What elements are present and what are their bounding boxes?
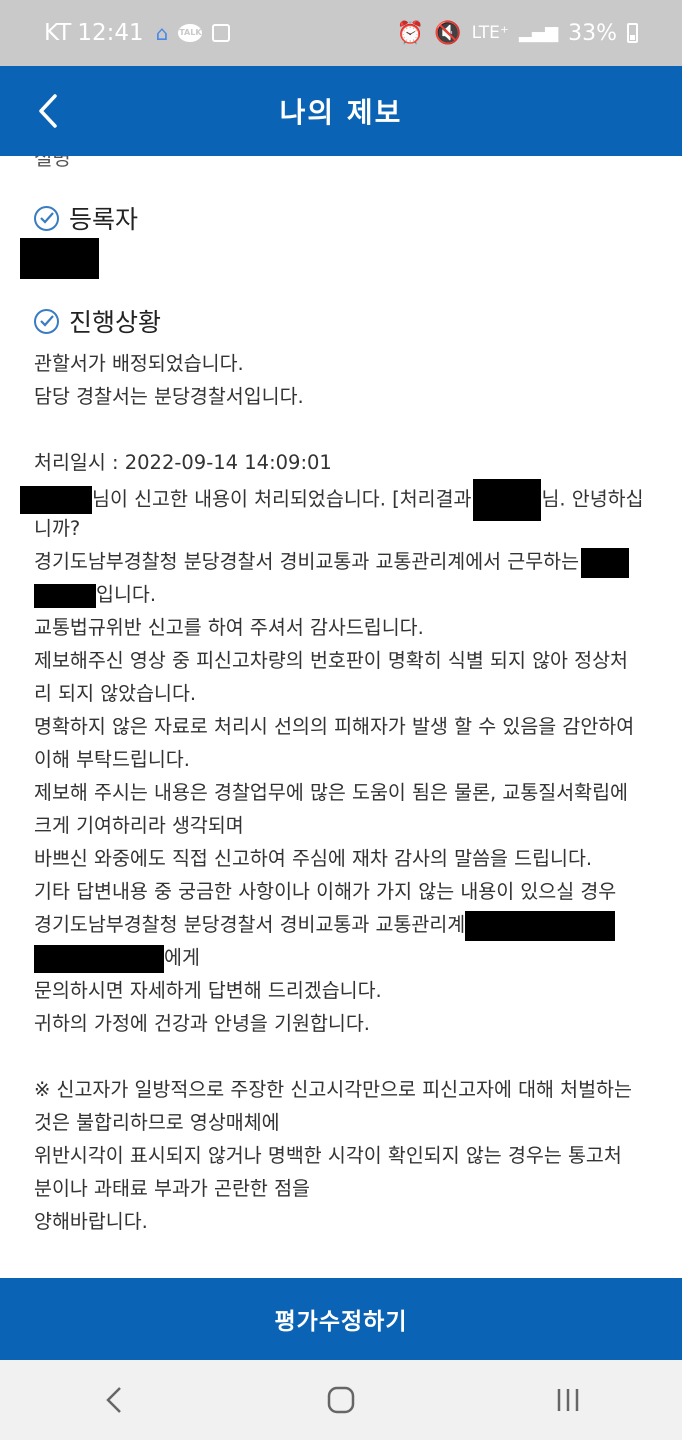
network-label: LTE⁺	[471, 23, 509, 43]
message-line: 입니다.	[34, 578, 654, 611]
kakaotalk-notification-icon: TALK	[178, 24, 203, 42]
battery-percent: 33%	[568, 20, 617, 46]
progress-heading: 진행상황	[34, 303, 161, 339]
message-line: 교통법규위반 신고를 하여 주셔서 감사드립니다.	[34, 616, 424, 639]
nav-back-button[interactable]	[84, 1370, 144, 1430]
message-line: 경기도남부경찰청 분당경찰서 경비교통과 교통관리계에서 근무하는	[34, 545, 654, 578]
notice-line: 분이나 과태료 부과가 곤란한 점을	[34, 1177, 310, 1200]
home-icon	[327, 1386, 355, 1414]
message-line: 제보해주신 영상 중 피신고차량의 번호판이 명확히 식별 되지 않아 정상처	[34, 649, 628, 672]
truncated-section-text: 설명	[34, 156, 71, 170]
nav-home-button[interactable]	[311, 1370, 371, 1430]
registrant-heading: 등록자	[34, 200, 138, 236]
carrier-label: KT	[44, 20, 72, 46]
progress-message: 관할서가 배정되었습니다. 담당 경찰서는 분당경찰서입니다. 처리일시 : 2…	[20, 347, 654, 1238]
processed-datetime: 처리일시 : 2022-09-14 14:09:01	[34, 451, 332, 474]
message-line: 귀하의 가정에 건강과 안녕을 기원합니다.	[34, 1012, 370, 1035]
redacted-registrant	[20, 238, 99, 279]
message-line: 에게	[34, 941, 654, 974]
back-button[interactable]	[28, 88, 68, 134]
message-text: 경기도남부경찰청 분당경찰서 경비교통과 교통관리계에서 근무하는	[34, 550, 580, 573]
status-bar: KT 12:41 ⌂ TALK ⏰ 🔇 LTE⁺ ▂▄▆ 33%	[0, 0, 682, 66]
edit-evaluation-button[interactable]: 평가수정하기	[0, 1278, 682, 1360]
message-line: 명확하지 않은 자료로 처리시 선의의 피해자가 발생 할 수 있음을 감안하여	[34, 715, 635, 738]
alarm-icon: ⏰	[396, 20, 425, 46]
message-text: 입니다.	[96, 583, 157, 606]
message-text: 님. 안녕하십	[541, 487, 644, 511]
registrant-heading-label: 등록자	[69, 205, 139, 234]
system-nav-bar	[0, 1360, 682, 1440]
message-line: 관할서가 배정되었습니다.	[34, 352, 244, 375]
message-line: 담당 경찰서는 분당경찰서입니다.	[34, 385, 304, 408]
image-notification-icon	[212, 24, 231, 42]
notice-line: 위반시각이 표시되지 않거나 명백한 시각이 확인되지 않는 경우는 통고처	[34, 1144, 622, 1167]
message-line: 경기도남부경찰청 분당경찰서 경비교통과 교통관리계	[34, 908, 654, 941]
message-line: 이해 부탁드립니다.	[34, 748, 190, 771]
chevron-left-icon	[39, 94, 57, 128]
message-text: 님이 신고한 내용이 처리되었습니다. [처리결과	[92, 487, 472, 511]
message-line: 님이 신고한 내용이 처리되었습니다. [처리결과 님. 안녕하십	[20, 479, 654, 521]
message-line: 제보해 주시는 내용은 경찰업무에 많은 도움이 됨은 물론, 교통질서확립에	[34, 781, 628, 804]
notice-line: ※ 신고자가 일방적으로 주장한 신고시각만으로 피신고자에 대해 처벌하는	[34, 1078, 632, 1101]
battery-icon	[627, 23, 638, 43]
message-line: 니까?	[34, 517, 81, 540]
check-circle-icon	[34, 308, 59, 334]
message-line: 리 되지 않았습니다.	[34, 682, 197, 705]
message-line: 기타 답변내용 중 궁금한 사항이나 이해가 가지 않는 내용이 있으실 경우	[34, 880, 617, 903]
message-line: 크게 기여하리라 생각되며	[34, 814, 244, 837]
redacted-officer-name	[34, 583, 96, 608]
check-circle-icon	[34, 205, 59, 231]
report-detail-content[interactable]: 설명 등록자 진행상황 관할서가 배정되었습니다. 담당 경찰서는 분당경찰서입…	[0, 156, 682, 1278]
progress-heading-label: 진행상황	[69, 308, 162, 337]
mute-icon: 🔇	[434, 20, 462, 46]
redacted-officer	[581, 547, 630, 578]
page-title: 나의 제보	[279, 96, 403, 129]
notice-line: 것은 불합리하므로 영상매체에	[34, 1111, 280, 1134]
message-line: 바쁘신 와중에도 직접 신고하여 주심에 재차 감사의 말씀을 드립니다.	[34, 847, 593, 870]
recents-icon	[558, 1389, 579, 1411]
notice-line: 양해바랍니다.	[34, 1210, 148, 1233]
nav-recents-button[interactable]	[538, 1370, 598, 1430]
app-header: 나의 제보	[0, 66, 682, 156]
home-notification-icon: ⌂	[155, 21, 169, 45]
back-icon	[105, 1387, 121, 1413]
message-line: 문의하시면 자세하게 답변해 드리겠습니다.	[34, 979, 382, 1002]
redacted-contact-name	[34, 944, 164, 973]
message-text: 에게	[164, 946, 200, 969]
message-text: 경기도남부경찰청 분당경찰서 경비교통과 교통관리계	[34, 913, 466, 936]
redacted-name	[20, 486, 92, 514]
redacted-contact	[465, 910, 616, 941]
signal-icon: ▂▄▆	[518, 23, 559, 43]
clock: 12:41	[77, 20, 144, 46]
